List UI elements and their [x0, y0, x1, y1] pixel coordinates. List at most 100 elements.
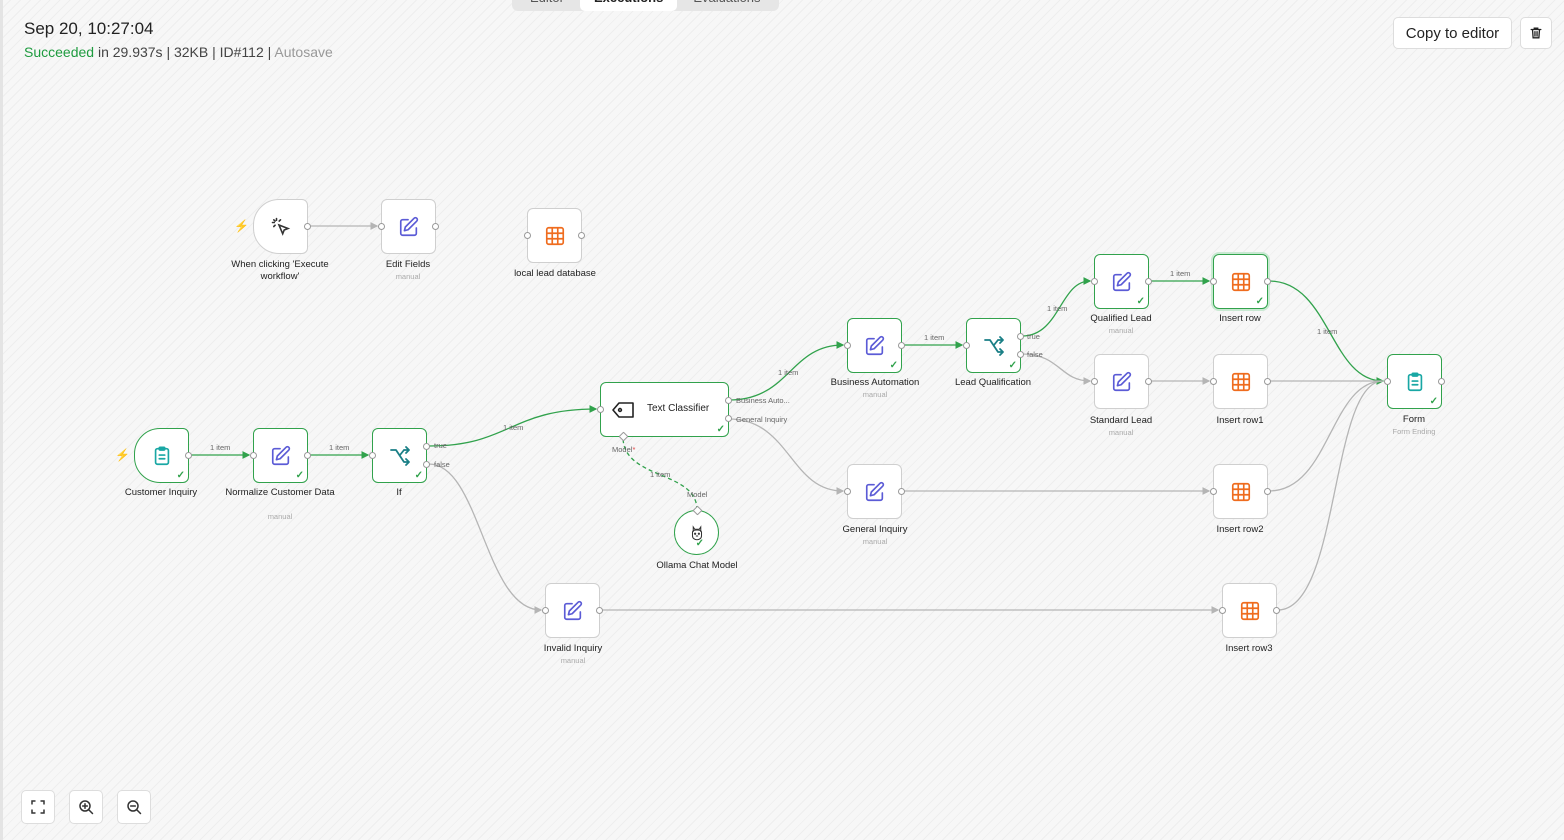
- output-port-general[interactable]: [725, 415, 732, 422]
- node-insert-row2[interactable]: [1210, 464, 1271, 519]
- node-normalize-customer-data[interactable]: ✓: [250, 428, 311, 483]
- success-check-icon: ✓: [1429, 396, 1438, 407]
- input-port[interactable]: [1210, 278, 1217, 285]
- output-port[interactable]: [1264, 278, 1271, 285]
- node-label: If: [396, 487, 402, 498]
- pencil-square-icon: [271, 445, 290, 465]
- success-check-icon: ✓: [414, 470, 423, 481]
- pencil-square-icon: [1112, 371, 1131, 391]
- output-port[interactable]: [185, 452, 192, 459]
- node-label: Insert row2: [1216, 524, 1264, 535]
- output-port[interactable]: [898, 342, 905, 349]
- node-label: Customer Inquiry: [124, 487, 198, 498]
- classifier-output-business: Business Auto...: [736, 396, 790, 405]
- input-port[interactable]: [597, 406, 604, 413]
- success-check-icon: ✓: [1255, 296, 1264, 307]
- input-port[interactable]: [542, 607, 549, 614]
- edge-insert2-form: [1268, 380, 1384, 492]
- output-port-false[interactable]: [423, 461, 430, 468]
- node-customer-inquiry[interactable]: ✓: [134, 428, 192, 483]
- node-insert-row[interactable]: ✓: [1210, 254, 1271, 309]
- table-icon: [1231, 372, 1250, 391]
- output-port[interactable]: [1438, 378, 1445, 385]
- output-port[interactable]: [304, 223, 311, 230]
- edge-item-label: 1 item: [210, 443, 231, 452]
- output-port-business[interactable]: [725, 397, 732, 404]
- output-port[interactable]: [578, 232, 585, 239]
- edge-item-label: 1 item: [1170, 269, 1191, 278]
- success-check-icon: ✓: [295, 470, 304, 481]
- pencil-square-icon: [865, 481, 884, 501]
- node-edit-fields[interactable]: [378, 199, 439, 254]
- node-subtitle: manual: [1108, 326, 1134, 335]
- node-manual-trigger[interactable]: [253, 199, 311, 254]
- output-port[interactable]: [1264, 378, 1271, 385]
- input-port[interactable]: [844, 342, 851, 349]
- node-local-lead-database[interactable]: [524, 208, 585, 263]
- input-port[interactable]: [1210, 488, 1217, 495]
- input-port[interactable]: [250, 452, 257, 459]
- input-port[interactable]: [524, 232, 531, 239]
- edge-if-invalid: [428, 463, 543, 614]
- pencil-square-icon: [1112, 271, 1131, 291]
- node-general-inquiry[interactable]: [844, 464, 905, 519]
- node-subtitle: manual: [862, 390, 888, 399]
- pencil-square-icon: [865, 335, 884, 355]
- output-port[interactable]: [1145, 278, 1152, 285]
- input-port[interactable]: [1091, 278, 1098, 285]
- branch-icon: [389, 445, 410, 466]
- branch-icon: [983, 335, 1004, 356]
- node-title: Text Classifier: [647, 403, 710, 414]
- node-qualified-lead[interactable]: ✓: [1091, 254, 1152, 309]
- node-text-classifier[interactable]: Text Classifier ✓: [597, 382, 732, 442]
- trigger-bolt-icon: ⚡: [115, 448, 130, 462]
- output-port[interactable]: [1145, 378, 1152, 385]
- edge-item-label: 1 item: [503, 423, 524, 432]
- table-icon: [545, 226, 564, 245]
- input-port[interactable]: [963, 342, 970, 349]
- if-false-label: false: [434, 460, 450, 469]
- output-port[interactable]: [596, 607, 603, 614]
- output-port-false[interactable]: [1017, 351, 1024, 358]
- model-output-label: Model: [687, 490, 708, 499]
- node-label: Insert row: [1219, 313, 1261, 324]
- node-business-automation[interactable]: ✓: [844, 318, 905, 373]
- input-port[interactable]: [369, 452, 376, 459]
- node-insert-row3[interactable]: [1219, 583, 1280, 638]
- input-port[interactable]: [1219, 607, 1226, 614]
- edge-item-label: 1 item: [650, 470, 671, 479]
- output-port-true[interactable]: [1017, 333, 1024, 340]
- edge-item-label: 1 item: [1047, 304, 1068, 313]
- edge-classifier-general: [728, 418, 845, 495]
- edge-item-label: 1 item: [329, 443, 350, 452]
- cursor-click-icon: [271, 217, 290, 236]
- input-port[interactable]: [1210, 378, 1217, 385]
- pencil-square-icon: [399, 216, 418, 236]
- node-invalid-inquiry[interactable]: [542, 583, 603, 638]
- node-label: Insert row3: [1225, 643, 1273, 654]
- node-ollama-chat-model[interactable]: ✓: [674, 505, 719, 555]
- input-port[interactable]: [844, 488, 851, 495]
- output-port[interactable]: [304, 452, 311, 459]
- node-subtitle: manual: [560, 656, 586, 665]
- table-icon: [1240, 601, 1259, 620]
- input-port[interactable]: [1091, 378, 1098, 385]
- node-standard-lead[interactable]: [1091, 354, 1152, 409]
- output-port[interactable]: [1273, 607, 1280, 614]
- success-check-icon: ✓: [889, 360, 898, 371]
- node-lead-qualification[interactable]: ✓: [963, 318, 1024, 373]
- lq-false-label: false: [1027, 350, 1043, 359]
- node-form[interactable]: ✓: [1384, 354, 1445, 409]
- output-port[interactable]: [1264, 488, 1271, 495]
- node-insert-row1[interactable]: [1210, 354, 1271, 409]
- input-port[interactable]: [1384, 378, 1391, 385]
- output-port[interactable]: [432, 223, 439, 230]
- output-port[interactable]: [898, 488, 905, 495]
- input-port[interactable]: [378, 223, 385, 230]
- clipboard-icon: [1407, 371, 1422, 391]
- trigger-bolt-icon: ⚡: [234, 219, 249, 233]
- node-label: Ollama Chat Model: [656, 560, 738, 571]
- node-if[interactable]: ✓: [369, 428, 430, 483]
- node-label: local lead database: [514, 268, 596, 279]
- output-port-true[interactable]: [423, 443, 430, 450]
